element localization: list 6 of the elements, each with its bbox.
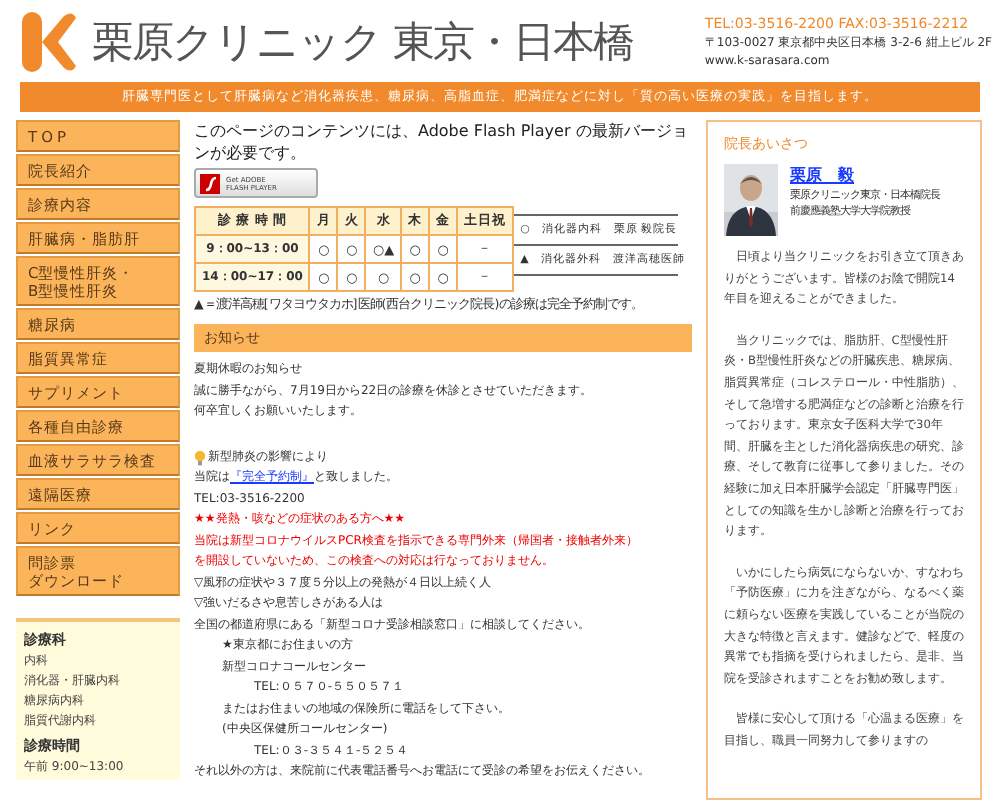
flash-icon <box>200 173 220 193</box>
flash-notice: このページのコンテンツには、Adobe Flash Player の最新バージョンが必要です。 <box>194 120 690 164</box>
lightbulb-icon <box>194 449 206 466</box>
director-name-link[interactable]: 栗原 毅 <box>790 164 940 186</box>
logo-icon <box>20 10 80 74</box>
site-title: 栗原クリニック 東京・日本橋 <box>92 16 634 70</box>
